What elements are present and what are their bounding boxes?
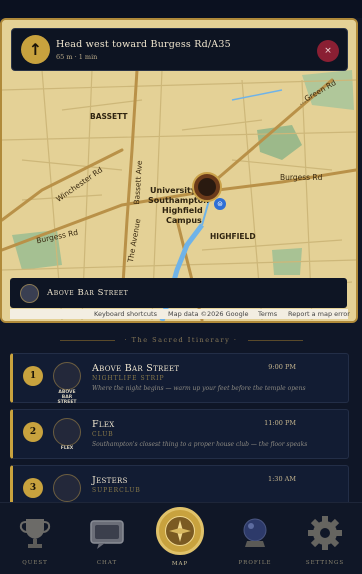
trophy-icon [19,519,51,548]
stop-thumbnail-caption: FLEX [60,446,74,451]
destination-thumbnail [20,284,39,303]
tab-label-chat: CHAT [96,560,118,566]
keyboard-shortcuts-link[interactable]: Keyboard shortcuts [94,310,157,318]
stop-thumbnail [53,418,81,446]
tab-chat[interactable]: CHAT [72,503,142,574]
stop-number-badge: 1 [23,366,43,386]
stop-name: Above Bar Street [92,363,180,374]
stop-description: Southampton's closest thing to a proper … [92,441,308,448]
stop-thumbnail [53,474,81,502]
top-status-bar [0,0,362,18]
stop-thumbnail [53,362,81,390]
map-attribution: Keyboard shortcuts Map data ©2026 Google… [10,309,350,319]
marker-avatar [198,178,216,196]
destination-label: Above Bar Street [47,288,129,298]
bus-stop-icon[interactable]: ⊜ [214,198,226,210]
destination-bar[interactable]: Above Bar Street [10,278,347,308]
itinerary-title: · The Sacred Itinerary · [124,336,238,344]
map-label-burgess-rd-right: Burgess Rd [280,173,323,182]
map-data-text: Map data ©2026 Google [168,310,249,318]
stop-category: SUPERCLUB [92,487,141,494]
stop-name: Flex [92,419,115,430]
tab-settings[interactable]: SETTINGS [290,503,360,574]
map-label-campus: Campus [166,216,202,225]
tab-label-quest: QUEST [22,560,48,566]
tab-profile[interactable]: PROFILE [220,503,290,574]
itinerary-stop-card[interactable]: 2 FLEX Flex CLUB Southampton's closest t… [10,409,349,459]
itinerary-stop-card[interactable]: 1 ABOVE BAR STREET Above Bar Street NIGH… [10,353,349,405]
tab-label-map: MAP [171,561,189,567]
tab-quest[interactable]: QUEST [0,503,70,574]
stop-time: 1:30 AM [267,475,296,483]
tab-label-settings: SETTINGS [305,560,345,566]
stop-category: CLUB [92,431,114,438]
arrow-up-icon: ↑ [21,35,50,64]
stop-thumbnail-caption: ABOVE BAR STREET [57,390,77,405]
report-map-error-link[interactable]: Report a map error [288,310,350,318]
navigation-instruction-card: ↑ Head west toward Burgess Rd/A35 65 m ·… [11,28,348,71]
navigation-instruction: Head west toward Burgess Rd/A35 [56,39,231,50]
section-divider-right [248,340,303,341]
stop-name: Jesters [92,475,128,486]
terms-link[interactable]: Terms [258,310,277,318]
map-label-highfield-campus: Highfield [162,206,203,215]
compass-needle [169,520,191,542]
chat-icon [90,520,124,549]
navigation-distance-time: 65 m · 1 min [56,53,98,61]
tab-label-profile: PROFILE [238,560,272,566]
stop-description: Where the night begins — warm up your fe… [92,385,306,392]
compass-icon [165,516,195,546]
stop-number-badge: 2 [23,422,43,442]
stop-category: NIGHTLIFE STRIP [92,375,165,382]
map-label-bassett: BASSETT [90,112,128,121]
stop-time: 9:00 PM [268,363,296,371]
map-label-highfield: HIGHFIELD [210,232,256,241]
stop-time: 11:00 PM [264,419,296,427]
crystal-ball-icon [243,518,267,547]
stop-number-badge: 3 [23,478,43,498]
gear-icon [308,516,342,550]
tab-map[interactable] [156,507,204,555]
close-navigation-button[interactable]: × [317,40,339,62]
